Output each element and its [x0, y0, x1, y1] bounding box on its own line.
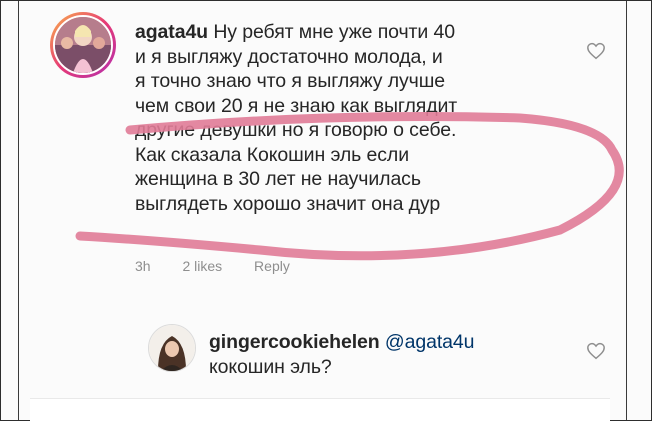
reply-line-1: gingercookiehelen @agata4u: [209, 330, 589, 355]
reply-username[interactable]: gingercookiehelen: [209, 331, 380, 353]
replier-avatar[interactable]: [148, 324, 196, 372]
reply-mention[interactable]: @agata4u: [385, 331, 475, 353]
avatar-photo: [149, 325, 195, 371]
heart-outline-icon[interactable]: [586, 342, 606, 365]
next-comment-strip: [30, 398, 610, 421]
reply-body: gingercookiehelen @agata4u кокошин эль?: [209, 330, 589, 379]
reply-line-2: кокошин эль?: [209, 355, 332, 378]
heart-outline-icon[interactable]: [586, 42, 606, 65]
